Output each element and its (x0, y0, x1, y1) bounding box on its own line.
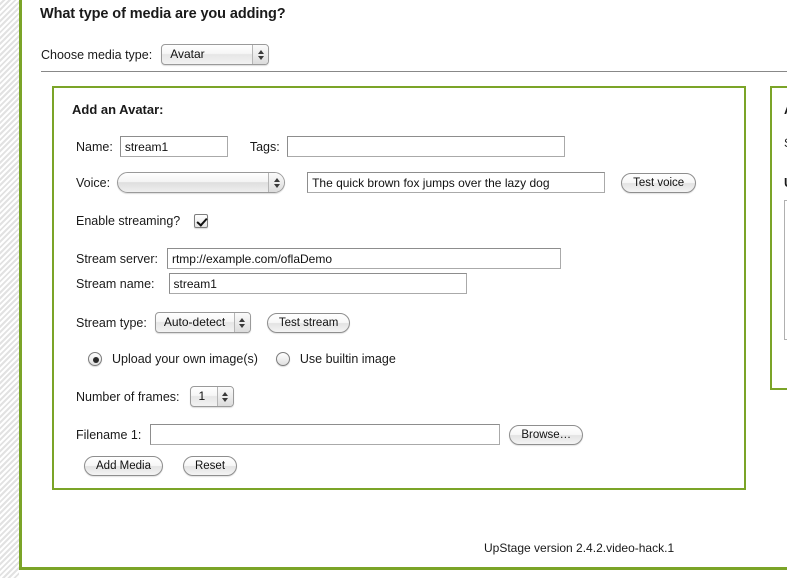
name-label: Name: (76, 140, 113, 154)
radio-use-builtin-image[interactable] (276, 352, 290, 366)
stream-type-select[interactable]: Auto-detect (155, 312, 251, 333)
enable-streaming-checkbox[interactable] (194, 214, 208, 228)
page-gutter-hatch (0, 0, 19, 578)
name-tags-row: Name: Tags: (76, 136, 565, 157)
stream-server-input[interactable] (167, 248, 561, 269)
voice-label: Voice: (76, 176, 110, 190)
frames-select[interactable]: 1 (190, 386, 234, 407)
frames-select-value: 1 (199, 387, 211, 406)
filename-row: Filename 1: Browse… (76, 424, 583, 445)
reset-button[interactable]: Reset (183, 456, 237, 476)
stream-type-label: Stream type: (76, 316, 147, 330)
browse-button[interactable]: Browse… (509, 425, 583, 445)
media-type-label: Choose media type: (41, 48, 152, 62)
stepper-arrows-icon[interactable] (252, 45, 268, 64)
page-content: What type of media are you adding? Choos… (22, 0, 787, 567)
assign-panel: Assig Select Unas test whas (770, 86, 787, 390)
voice-test-text-input[interactable] (307, 172, 605, 193)
enable-streaming-label: Enable streaming? (76, 214, 180, 228)
radio-use-builtin-image-label: Use builtin image (300, 352, 396, 366)
stream-name-label: Stream name: (76, 277, 155, 291)
voice-select[interactable] (117, 172, 285, 193)
media-type-select[interactable]: Avatar (161, 44, 269, 65)
media-type-select-value: Avatar (170, 45, 246, 64)
frames-row: Number of frames: 1 (76, 386, 234, 407)
filename-label: Filename 1: (76, 428, 141, 442)
stream-name-row: Stream name: (76, 273, 467, 294)
tags-input[interactable] (287, 136, 565, 157)
horizontal-divider (41, 71, 787, 72)
add-avatar-panel: Add an Avatar: Name: Tags: Voice: Test v (52, 86, 746, 490)
stepper-arrows-icon[interactable] (234, 313, 250, 332)
tags-label: Tags: (250, 140, 280, 154)
stepper-arrows-icon[interactable] (217, 387, 233, 406)
test-stream-button[interactable]: Test stream (267, 313, 350, 333)
footer-version-text: UpStage version 2.4.2.video-hack.1 (484, 541, 674, 555)
stream-server-row: Stream server: (76, 248, 561, 269)
filename-input[interactable] (150, 424, 500, 445)
add-media-button[interactable]: Add Media (84, 456, 163, 476)
page-frame: What type of media are you adding? Choos… (19, 0, 787, 570)
test-voice-button[interactable]: Test voice (621, 173, 696, 193)
stream-name-input[interactable] (169, 273, 467, 294)
name-input[interactable] (120, 136, 228, 157)
radio-upload-own-image[interactable] (88, 352, 102, 366)
image-source-radio-group: Upload your own image(s) Use builtin ima… (88, 352, 396, 366)
frames-label: Number of frames: (76, 390, 180, 404)
stream-server-label: Stream server: (76, 252, 158, 266)
form-actions-row: Add Media Reset (84, 456, 237, 476)
media-type-row: Choose media type: Avatar (41, 44, 269, 65)
add-avatar-title: Add an Avatar: (72, 102, 164, 117)
page-title: What type of media are you adding? (40, 6, 286, 22)
radio-upload-own-image-label: Upload your own image(s) (112, 352, 258, 366)
voice-row: Voice: Test voice (76, 172, 696, 193)
enable-streaming-row: Enable streaming? (76, 214, 208, 228)
stream-type-select-value: Auto-detect (164, 313, 228, 332)
stepper-arrows-icon[interactable] (268, 173, 284, 192)
stream-type-row: Stream type: Auto-detect Test stream (76, 312, 350, 333)
